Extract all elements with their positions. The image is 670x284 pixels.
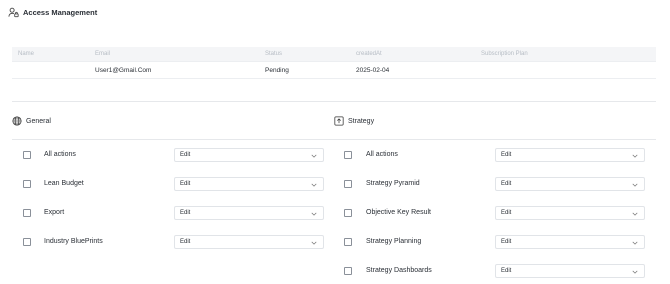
permission-label: Strategy Planning <box>366 238 422 245</box>
chevron-down-icon <box>311 183 317 187</box>
permission-row-strategy-pyramid: Strategy Pyramid Edit <box>335 176 670 192</box>
permission-select[interactable]: Edit <box>174 206 324 220</box>
permission-label: All actions <box>44 151 76 158</box>
permission-row-strategy-planning: Strategy Planning Edit <box>335 234 670 250</box>
permission-row-all-actions: All actions Edit <box>335 147 670 163</box>
chevron-down-icon <box>632 183 638 187</box>
permission-label: Strategy Pyramid <box>366 180 420 187</box>
chevron-down-icon <box>311 212 317 216</box>
permission-label: Objective Key Result <box>366 209 431 216</box>
permission-checkbox[interactable] <box>344 238 352 246</box>
permission-select[interactable]: Edit <box>495 235 645 249</box>
permission-select-value: Edit <box>501 239 512 245</box>
permission-label: Lean Budget <box>44 180 84 187</box>
page-title: Access Management <box>23 7 98 17</box>
permission-select-value: Edit <box>180 239 191 245</box>
users-table: Name Email Status createdAt Subscription… <box>12 47 656 79</box>
permission-checkbox[interactable] <box>23 151 31 159</box>
section-divider <box>12 139 656 140</box>
permission-select[interactable]: Edit <box>495 206 645 220</box>
globe-icon <box>12 116 22 126</box>
permission-select[interactable]: Edit <box>495 177 645 191</box>
permission-select-value: Edit <box>180 181 191 187</box>
general-section-header: General <box>12 114 51 128</box>
column-header-subscription-plan[interactable]: Subscription Plan <box>481 51 528 57</box>
column-header-status[interactable]: Status <box>265 51 282 57</box>
permission-checkbox[interactable] <box>344 180 352 188</box>
chevron-down-icon <box>632 212 638 216</box>
permission-checkbox[interactable] <box>23 238 31 246</box>
arrow-up-box-icon <box>334 116 344 126</box>
chevron-down-icon <box>311 154 317 158</box>
permission-label: Export <box>44 209 65 216</box>
table-row[interactable]: User1@Gmail.Com Pending 2025-02-04 <box>12 61 656 79</box>
permission-checkbox[interactable] <box>344 209 352 217</box>
permission-checkbox[interactable] <box>344 151 352 159</box>
chevron-down-icon <box>632 270 638 274</box>
permission-row-strategy-dashboards: Strategy Dashboards Edit <box>335 263 670 279</box>
user-lock-icon <box>8 7 19 17</box>
permission-select[interactable]: Edit <box>174 177 324 191</box>
chevron-down-icon <box>311 241 317 245</box>
column-header-name[interactable]: Name <box>18 51 34 57</box>
cell-created-at: 2025-02-04 <box>356 66 390 74</box>
permission-select[interactable]: Edit <box>174 235 324 249</box>
permission-select-value: Edit <box>501 152 512 158</box>
column-header-email[interactable]: Email <box>95 51 110 57</box>
permission-label: All actions <box>366 151 398 158</box>
permission-select-value: Edit <box>501 210 512 216</box>
permission-select[interactable]: Edit <box>495 148 645 162</box>
chevron-down-icon <box>632 154 638 158</box>
permission-row-industry-blueprints: Industry BluePrints Edit <box>0 234 335 250</box>
permission-select[interactable]: Edit <box>174 148 324 162</box>
permission-row-all-actions: All actions Edit <box>0 147 335 163</box>
permission-row-objective-key-result: Objective Key Result Edit <box>335 205 670 221</box>
page-header: Access Management <box>8 5 97 19</box>
permission-label: Strategy Dashboards <box>366 267 432 274</box>
table-header: Name Email Status createdAt Subscription… <box>12 47 656 61</box>
strategy-section-title: Strategy <box>348 117 375 125</box>
column-header-created-at[interactable]: createdAt <box>356 51 382 57</box>
strategy-section-header: Strategy <box>334 114 374 128</box>
section-divider <box>12 101 656 102</box>
permission-select-value: Edit <box>180 152 191 158</box>
permission-row-export: Export Edit <box>0 205 335 221</box>
cell-email: User1@Gmail.Com <box>95 66 152 74</box>
permission-checkbox[interactable] <box>23 209 31 217</box>
permission-select-value: Edit <box>180 210 191 216</box>
permission-checkbox[interactable] <box>344 267 352 275</box>
chevron-down-icon <box>632 241 638 245</box>
permission-checkbox[interactable] <box>23 180 31 188</box>
permission-row-lean-budget: Lean Budget Edit <box>0 176 335 192</box>
permission-select-value: Edit <box>501 181 512 187</box>
permission-select-value: Edit <box>501 268 512 274</box>
general-section-title: General <box>26 117 51 125</box>
cell-status: Pending <box>265 66 289 74</box>
permission-select[interactable]: Edit <box>495 264 645 278</box>
permission-label: Industry BluePrints <box>44 238 103 245</box>
